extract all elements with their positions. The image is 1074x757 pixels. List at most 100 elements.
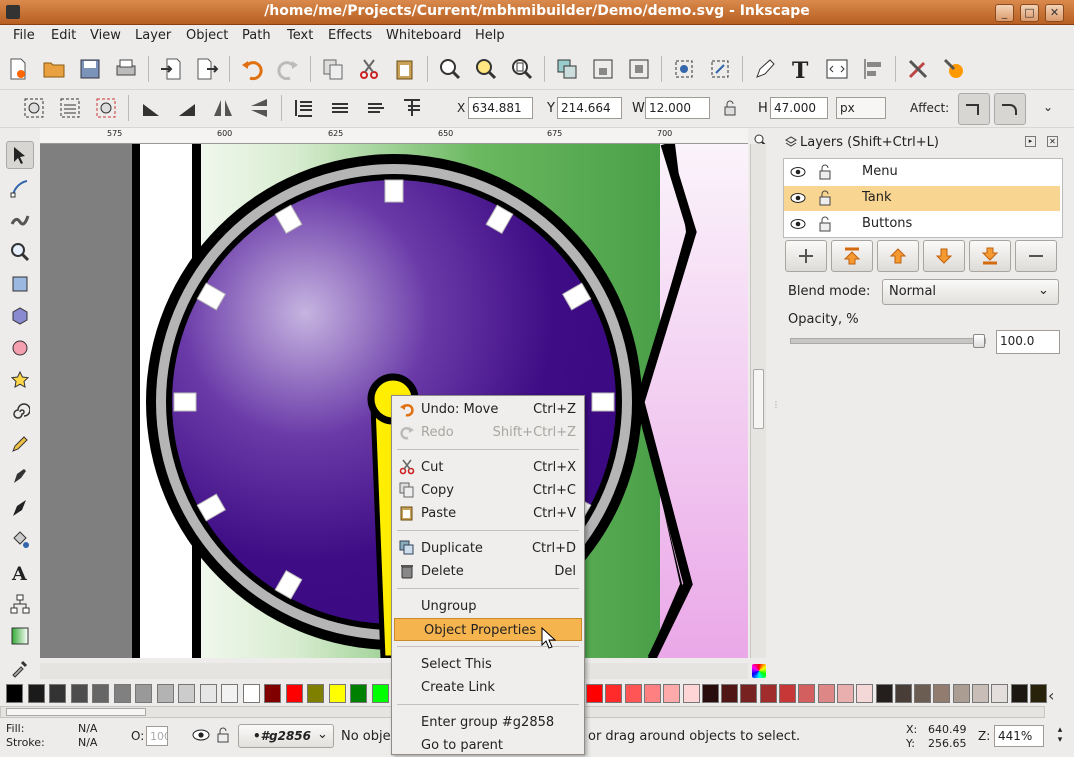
h-field[interactable]: 47.000: [770, 97, 828, 119]
open-folder-icon[interactable]: [40, 55, 68, 83]
color-swatch[interactable]: [221, 684, 238, 703]
palette-scroll-thumb[interactable]: [6, 708, 146, 716]
opacity-field[interactable]: 100.0: [996, 330, 1060, 354]
lock-open-icon[interactable]: [819, 190, 831, 206]
menu-item-go-to-parent[interactable]: Go to parent: [392, 734, 584, 757]
paint-bucket-tool-icon[interactable]: [6, 526, 34, 554]
color-swatch[interactable]: [328, 684, 346, 703]
redo-icon[interactable]: [274, 55, 302, 83]
eye-icon[interactable]: [192, 727, 210, 743]
zoom-tool-icon[interactable]: [6, 238, 34, 266]
lock-open-icon[interactable]: [819, 164, 831, 180]
duplicate-icon[interactable]: [319, 55, 347, 83]
color-swatch[interactable]: [605, 684, 623, 703]
dock-handle[interactable]: ⋮: [772, 400, 780, 410]
rotate-ccw-icon[interactable]: [137, 94, 165, 122]
new-document-icon[interactable]: [4, 55, 32, 83]
lower-layer-button[interactable]: [923, 240, 965, 272]
color-swatch[interactable]: [643, 684, 661, 703]
lower-layer-bottom-button[interactable]: [969, 240, 1011, 272]
menu-item-duplicate[interactable]: Duplicate Ctrl+D: [392, 537, 584, 560]
rotate-cw-icon[interactable]: [173, 94, 201, 122]
zoom-drawing-icon[interactable]: [472, 55, 500, 83]
select-all-icon[interactable]: [20, 94, 48, 122]
eye-icon[interactable]: [790, 166, 806, 178]
unit-select[interactable]: px: [836, 97, 886, 119]
color-swatch[interactable]: [586, 684, 603, 703]
color-swatch[interactable]: [156, 684, 174, 703]
color-swatch[interactable]: [779, 684, 796, 703]
color-swatch[interactable]: [952, 684, 970, 703]
pen-tool-icon[interactable]: [6, 462, 34, 490]
select-all-layers-icon[interactable]: [56, 94, 84, 122]
text-tool-icon[interactable]: A: [6, 558, 34, 586]
lock-group-icon[interactable]: [589, 55, 617, 83]
preferences-icon[interactable]: [904, 55, 932, 83]
dropper-tool-icon[interactable]: [6, 654, 34, 682]
color-swatch[interactable]: [1010, 684, 1028, 703]
color-swatch[interactable]: [836, 684, 854, 703]
zoom-field[interactable]: 441%: [994, 725, 1044, 747]
color-swatch[interactable]: [663, 684, 681, 703]
menu-item-cut[interactable]: Cut Ctrl+X: [392, 456, 584, 479]
menu-text[interactable]: Text: [287, 28, 313, 43]
star-tool-icon[interactable]: [6, 366, 34, 394]
layer-row[interactable]: Buttons: [784, 212, 1060, 237]
color-swatch[interactable]: [371, 684, 389, 703]
menu-layer[interactable]: Layer: [135, 28, 171, 43]
color-swatch[interactable]: [178, 684, 195, 703]
3d-box-tool-icon[interactable]: [6, 302, 34, 330]
y-field[interactable]: 214.664: [557, 97, 622, 119]
color-swatch[interactable]: [6, 684, 23, 703]
flip-vertical-icon[interactable]: [245, 94, 273, 122]
color-swatch[interactable]: [113, 684, 131, 703]
color-swatch[interactable]: [135, 684, 152, 703]
color-swatch[interactable]: [307, 684, 324, 703]
print-icon[interactable]: [112, 55, 140, 83]
fill-stroke-icon[interactable]: [670, 55, 698, 83]
pen-edit-icon[interactable]: [751, 55, 779, 83]
scissors-icon[interactable]: [355, 55, 383, 83]
lock-open-icon[interactable]: [819, 216, 831, 232]
color-swatch[interactable]: [285, 684, 303, 703]
color-swatch[interactable]: [264, 684, 281, 703]
selector-tool-icon[interactable]: [6, 141, 34, 169]
blend-mode-select[interactable]: Normal ⌄: [882, 279, 1059, 305]
spiral-tool-icon[interactable]: [6, 398, 34, 426]
zoom-page-icon[interactable]: [508, 55, 536, 83]
scale-corners-button[interactable]: [994, 93, 1026, 125]
raise-layer-button[interactable]: [877, 240, 919, 272]
opacity-slider-thumb[interactable]: [973, 334, 985, 348]
flip-horizontal-icon[interactable]: [209, 94, 237, 122]
menu-item-copy[interactable]: Copy Ctrl+C: [392, 479, 584, 502]
deselect-icon[interactable]: [92, 94, 120, 122]
text-tool-icon[interactable]: T: [787, 55, 815, 83]
lower-icon[interactable]: [326, 94, 354, 122]
color-swatch[interactable]: [856, 684, 874, 703]
dock-iconify-icon[interactable]: ▸: [1025, 136, 1036, 147]
color-swatch[interactable]: [875, 684, 893, 703]
menu-edit[interactable]: Edit: [51, 28, 76, 43]
layer-row[interactable]: Menu: [784, 160, 1060, 185]
lock-ratio-icon[interactable]: [722, 98, 738, 118]
minimize-button[interactable]: _: [995, 4, 1014, 22]
vertical-scrollbar[interactable]: [750, 144, 766, 658]
menu-item-delete[interactable]: Delete Del: [392, 560, 584, 583]
document-properties-icon[interactable]: [940, 55, 968, 83]
color-swatch[interactable]: [991, 684, 1009, 703]
close-button[interactable]: ✕: [1045, 4, 1064, 22]
tweak-tool-icon[interactable]: [6, 206, 34, 234]
color-swatch[interactable]: [70, 684, 88, 703]
color-swatch[interactable]: [721, 684, 739, 703]
color-swatch[interactable]: [972, 684, 989, 703]
menu-item-undo-move[interactable]: Undo: Move Ctrl+Z: [392, 398, 584, 421]
scale-stroke-button[interactable]: [958, 93, 990, 125]
menu-help[interactable]: Help: [475, 28, 505, 43]
color-swatch[interactable]: [933, 684, 951, 703]
color-swatch[interactable]: [92, 684, 109, 703]
raise-to-top-icon[interactable]: [398, 94, 426, 122]
color-swatch[interactable]: [49, 684, 66, 703]
raise-layer-top-button[interactable]: [831, 240, 873, 272]
add-layer-button[interactable]: [785, 240, 827, 272]
opacity-status-field[interactable]: 100: [146, 726, 168, 746]
